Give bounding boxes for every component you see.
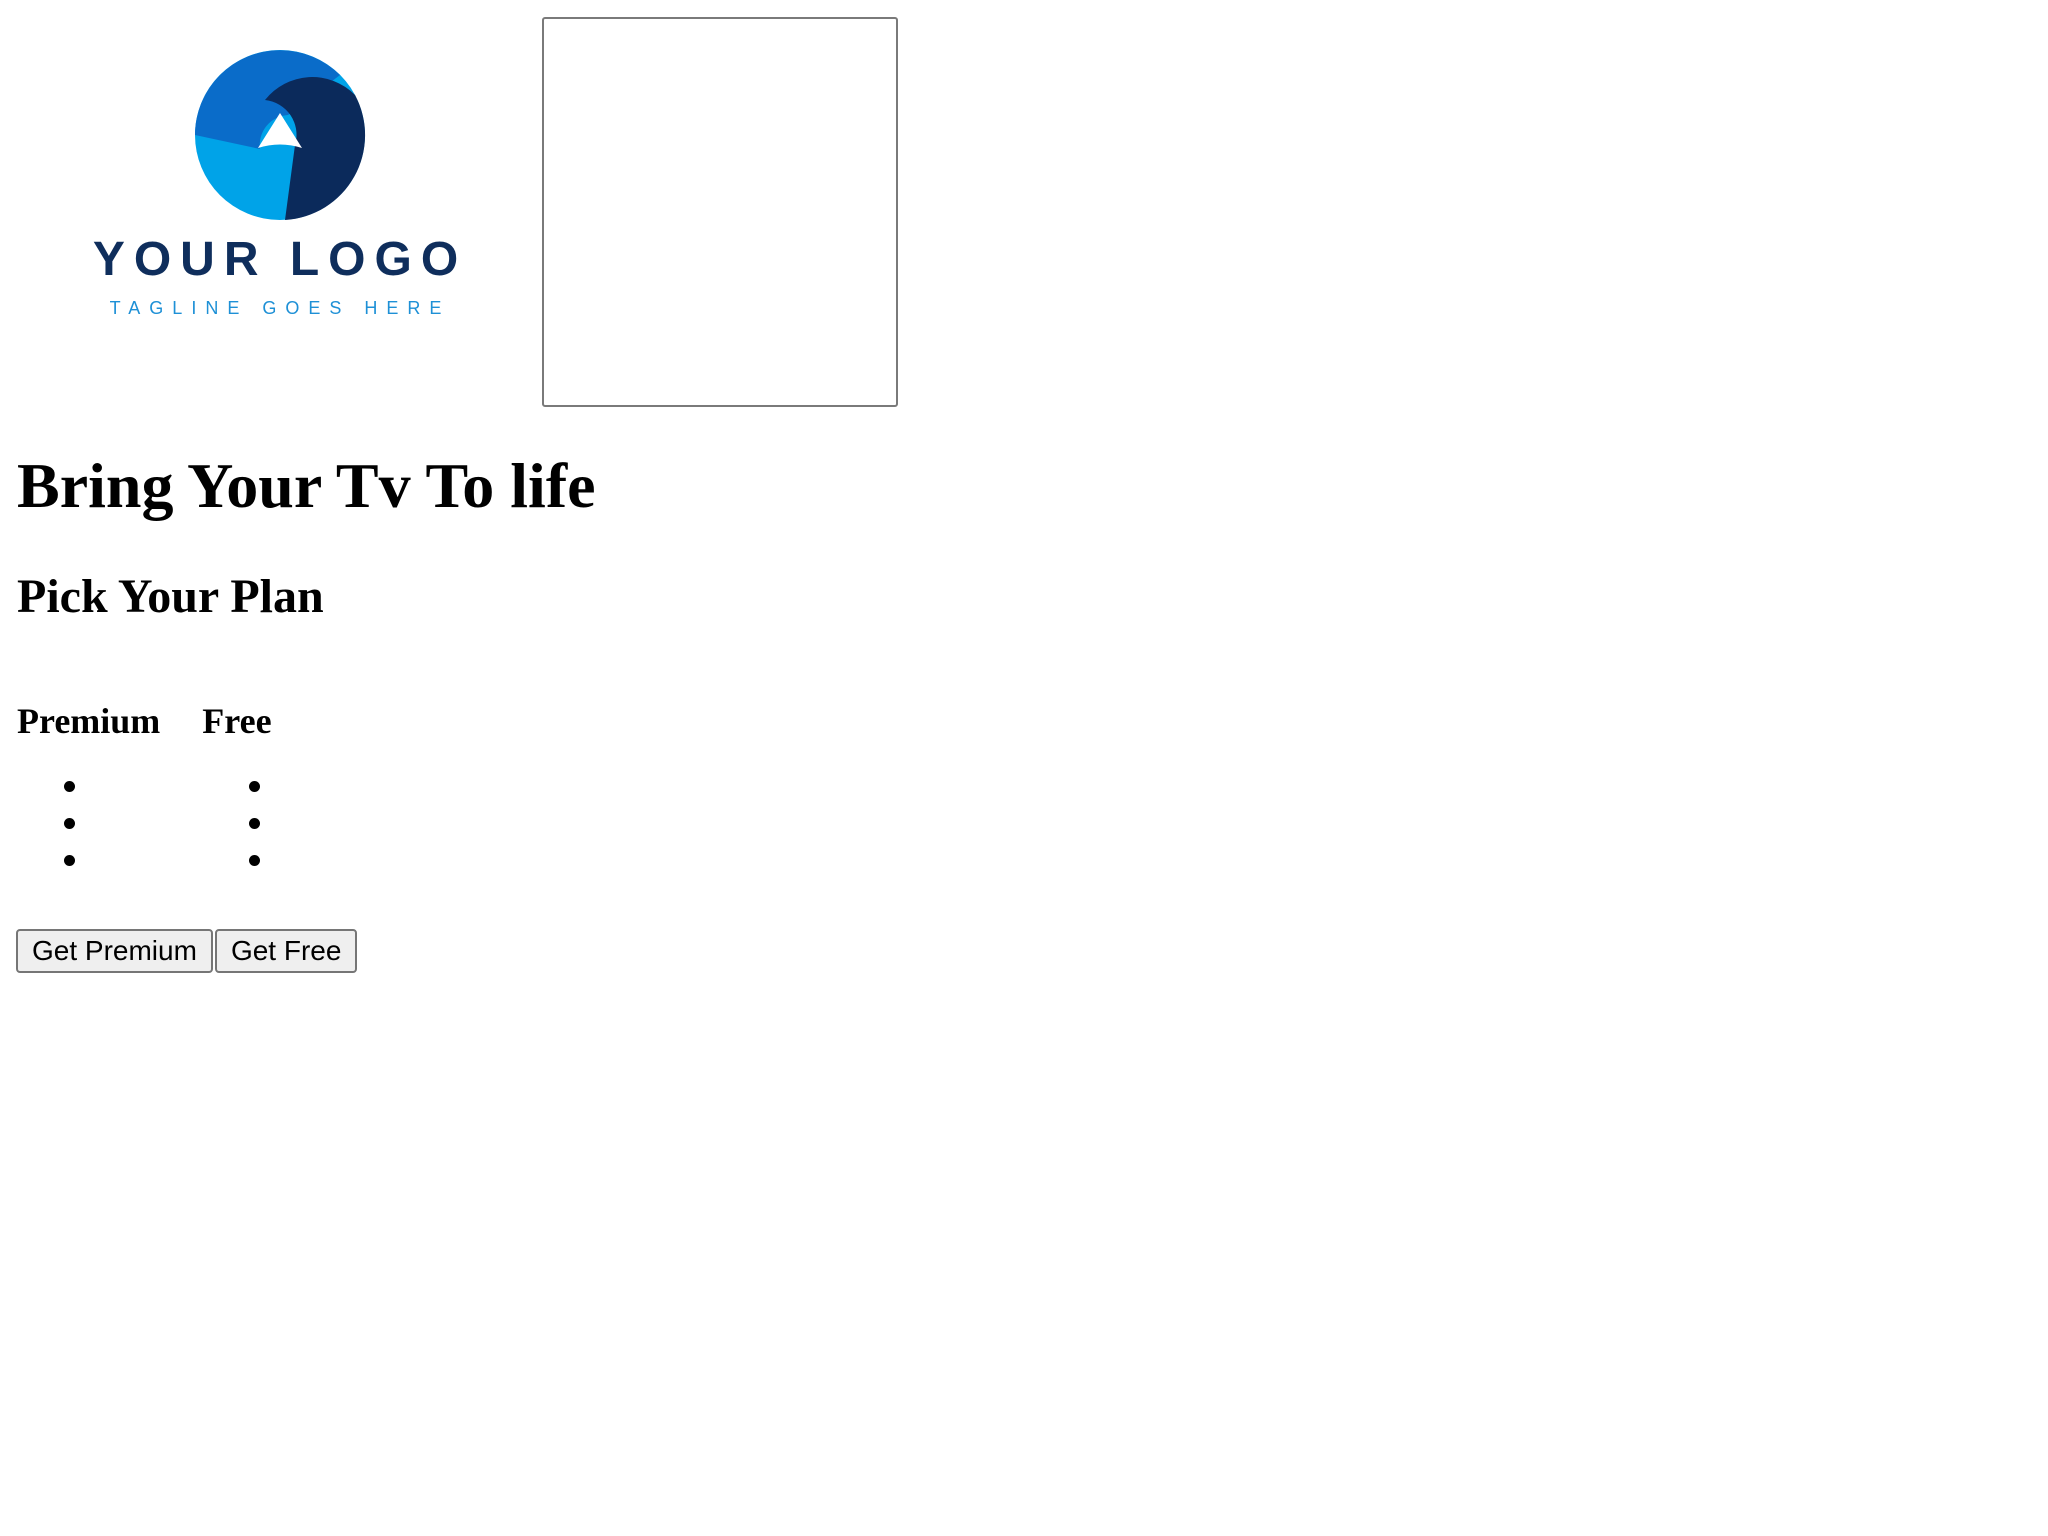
list-item	[17, 841, 137, 878]
list-item	[202, 767, 322, 804]
bullet-icon	[249, 818, 261, 830]
plan-free-title: Free	[202, 701, 272, 741]
plan-free-features	[202, 767, 322, 878]
plan-premium-features	[17, 767, 160, 878]
bullet-icon	[64, 855, 75, 867]
list-item	[202, 841, 322, 878]
list-item	[17, 804, 137, 841]
bullet-icon	[249, 781, 261, 793]
logo-tagline: TAGLINE GOES HERE	[109, 298, 451, 318]
plans-list: Premium Free	[17, 700, 322, 878]
page-title: Bring Your Tv To life	[17, 450, 596, 521]
get-premium-button[interactable]: Get Premium	[16, 929, 213, 973]
list-item	[202, 804, 322, 841]
list-item	[17, 767, 137, 804]
tv-preview-frame	[542, 17, 898, 407]
plans-heading: Pick Your Plan	[17, 570, 324, 623]
logo-mark-icon	[195, 50, 366, 220]
plan-premium-title: Premium	[17, 701, 161, 741]
plan-buttons: Get Premium Get Free	[16, 929, 358, 973]
get-free-button[interactable]: Get Free	[214, 929, 358, 973]
page: YOUR LOGO TAGLINE GOES HERE Bring Your T…	[0, 0, 2048, 1536]
bullet-icon	[249, 855, 261, 867]
bullet-icon	[64, 781, 75, 793]
logo-wordmark: YOUR LOGO	[92, 233, 468, 286]
plan-free: Free	[202, 700, 322, 878]
plan-premium: Premium	[17, 700, 160, 878]
brand-logo: YOUR LOGO TAGLINE GOES HERE	[90, 40, 470, 340]
bullet-icon	[64, 818, 75, 830]
